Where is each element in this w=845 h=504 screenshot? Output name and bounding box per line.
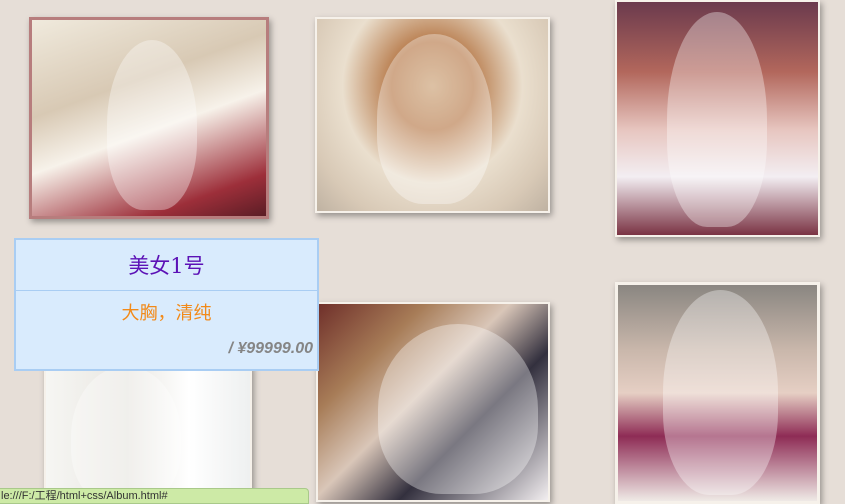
photo-subject — [71, 366, 181, 502]
photo-frame-3[interactable] — [615, 0, 820, 237]
photo-frame-4[interactable] — [44, 364, 252, 504]
photo-frame-1[interactable] — [29, 17, 269, 219]
photo-description: 大胸，清纯 — [121, 303, 212, 324]
photo-info-card: 美女1号 大胸，清纯 / ¥99999.00 — [14, 238, 319, 371]
photo-subject — [663, 290, 778, 495]
photo-frame-5[interactable] — [316, 302, 550, 502]
photo-price: / ¥99999.00 — [228, 340, 313, 357]
photo-subject — [377, 34, 492, 204]
photo-frame-2[interactable] — [315, 17, 550, 213]
status-url: le:///F:/工程/html+css/Album.html# — [1, 490, 168, 502]
photo-subject — [378, 324, 538, 494]
photo-frame-6[interactable] — [615, 282, 820, 504]
browser-status-bar: le:///F:/工程/html+css/Album.html# — [0, 488, 309, 504]
photo-subject — [107, 40, 197, 210]
photo-title: 美女1号 — [16, 240, 317, 291]
photo-subject — [667, 12, 767, 227]
